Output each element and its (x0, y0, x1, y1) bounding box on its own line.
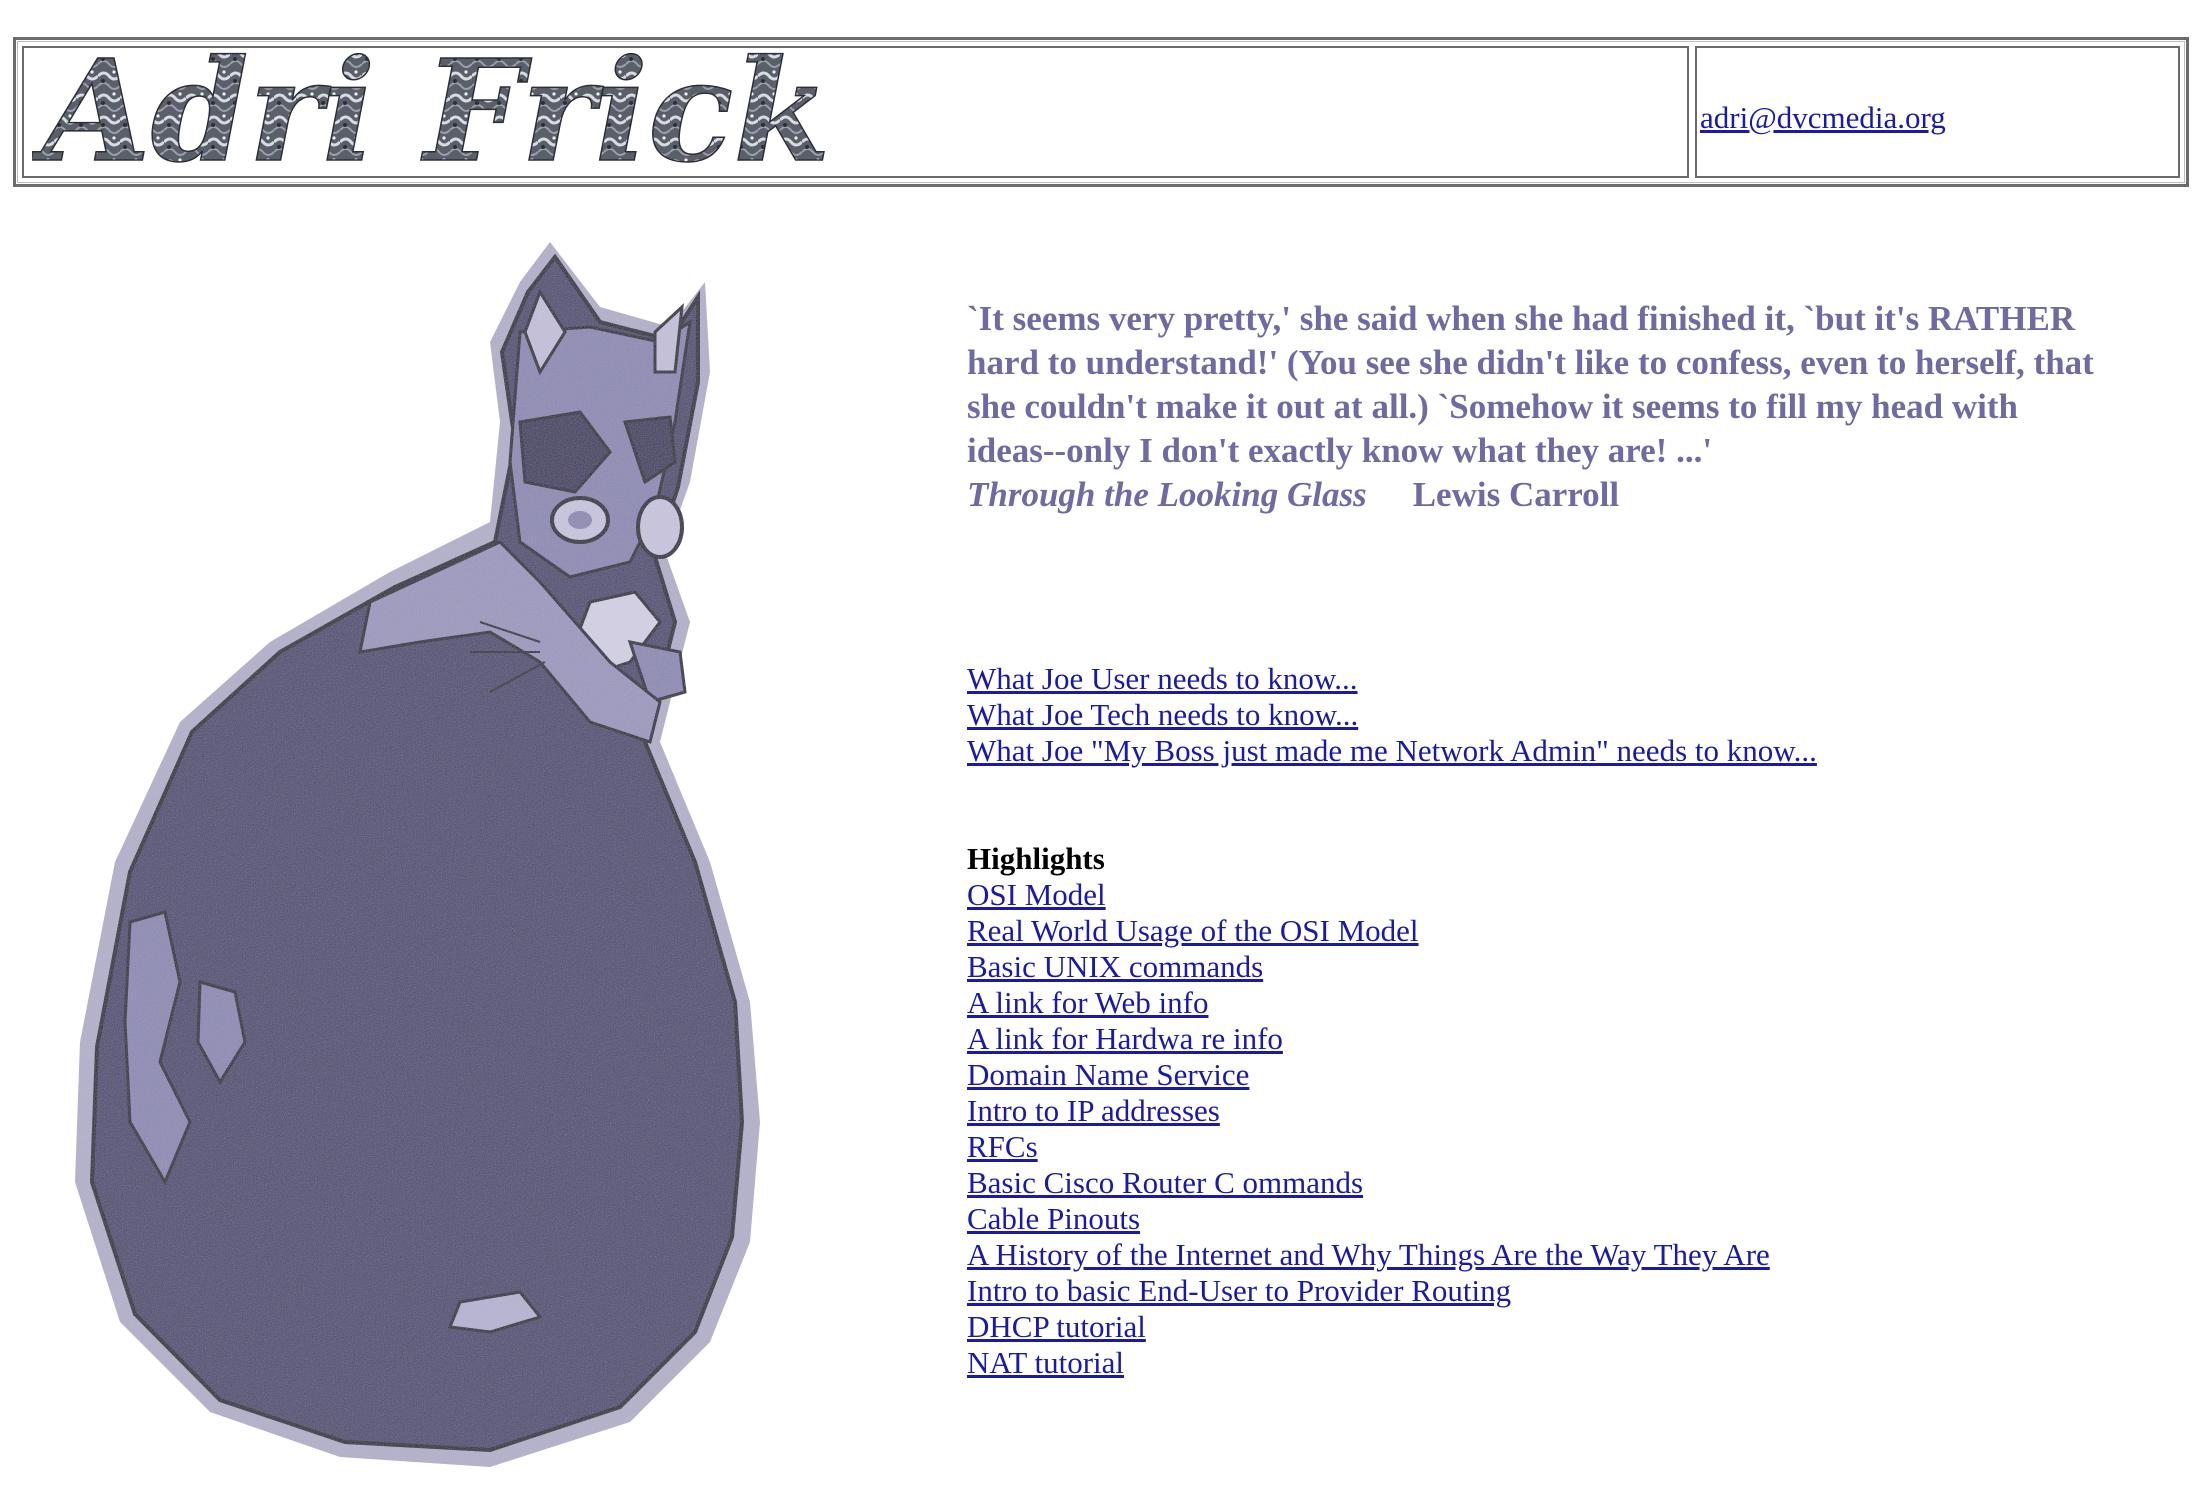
quote-line: ideas--only I don't exactly know what th… (967, 431, 1713, 470)
quote-attribution: Through the Looking Glass Lewis Carroll (967, 473, 2182, 517)
highlight-link[interactable]: Domain Name Service (967, 1057, 1770, 1093)
highlights-section: Highlights OSI Model Real World Usage of… (967, 841, 1770, 1381)
link-joe-user[interactable]: What Joe User needs to know... (967, 661, 1817, 697)
highlight-link[interactable]: Cable Pinouts (967, 1201, 1770, 1237)
highlight-link[interactable]: Intro to basic End-User to Provider Rout… (967, 1273, 1770, 1309)
highlight-link[interactable]: Basic Cisco Router C ommands (967, 1165, 1770, 1201)
site-logo: Adri Frick (32, 48, 831, 180)
highlights-heading: Highlights (967, 841, 1105, 876)
link-joe-network-admin[interactable]: What Joe "My Boss just made me Network A… (967, 733, 1817, 769)
quote-author: Lewis Carroll (1412, 475, 1620, 514)
highlight-link[interactable]: A link for Hardwa re info (967, 1021, 1770, 1057)
highlight-link[interactable]: Intro to IP addresses (967, 1093, 1770, 1129)
email-link[interactable]: adri@dvcmedia.org (1700, 100, 1946, 136)
quote-title: Through the Looking Glass (967, 475, 1367, 514)
quote-line: `It seems very pretty,' she said when sh… (967, 299, 2076, 338)
highlight-link[interactable]: OSI Model (967, 877, 1770, 913)
quote-line: hard to understand!' (You see she didn't… (967, 343, 2094, 382)
highlight-link[interactable]: A History of the Internet and Why Things… (967, 1237, 1770, 1273)
highlight-link[interactable]: A link for Web info (967, 985, 1770, 1021)
joe-links: What Joe User needs to know... What Joe … (967, 661, 1817, 769)
link-joe-tech[interactable]: What Joe Tech needs to know... (967, 697, 1817, 733)
highlight-link[interactable]: Basic UNIX commands (967, 949, 1770, 985)
header-table: Adri Frick adri@dvcmedia.org (13, 37, 2189, 187)
logo-cell: Adri Frick (22, 46, 1689, 180)
highlight-link[interactable]: NAT tutorial (967, 1345, 1770, 1381)
email-cell: adri@dvcmedia.org (1695, 46, 2180, 178)
highlight-link[interactable]: RFCs (967, 1129, 1770, 1165)
highlight-link[interactable]: DHCP tutorial (967, 1309, 1770, 1345)
cat-illustration (75, 242, 760, 1467)
logo-text: Adri Frick (32, 48, 830, 180)
alice-quote: `It seems very pretty,' she said when sh… (967, 297, 2182, 517)
highlight-link[interactable]: Real World Usage of the OSI Model (967, 913, 1770, 949)
quote-line: she couldn't make it out at all.) `Someh… (967, 387, 2018, 426)
